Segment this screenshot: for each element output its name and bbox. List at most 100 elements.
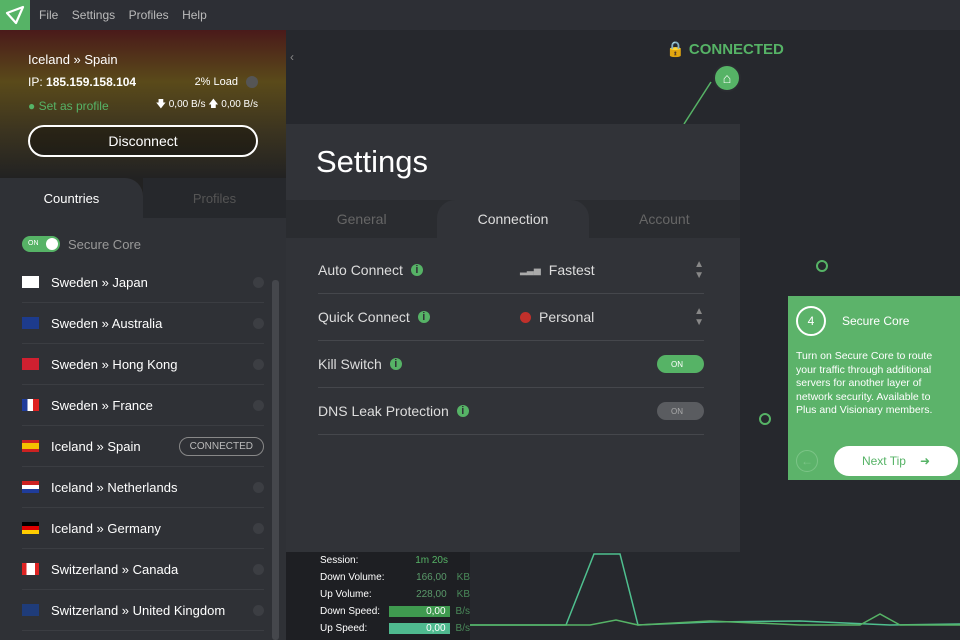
next-tip-button[interactable]: Next Tip ➜	[834, 446, 958, 476]
flag-gb-icon	[22, 604, 39, 616]
upload-series	[470, 613, 960, 626]
previous-tip-button[interactable]: ←	[796, 450, 818, 472]
server-item[interactable]: Iceland » Netherlands	[22, 467, 264, 508]
dns-leak-row: DNS Leak Protection i ON	[318, 388, 704, 435]
server-name: Switzerland » United Kingdom	[51, 602, 226, 618]
load-indicator-icon	[246, 76, 258, 88]
tip-number: 4	[796, 306, 826, 336]
stat-row: Up Speed: 0,00 B/s	[320, 623, 470, 634]
tab-connection[interactable]: Connection	[437, 200, 589, 238]
tab-profiles[interactable]: Profiles	[143, 178, 286, 218]
flag-ca-icon	[22, 563, 39, 575]
download-speed: 0,00 B/s	[168, 99, 206, 110]
profile-color-icon	[520, 311, 531, 323]
signal-icon: ▂▃▅	[520, 264, 541, 275]
map-node[interactable]	[759, 413, 771, 425]
upload-arrow-icon: 🡅	[208, 99, 219, 110]
info-icon[interactable]: i	[389, 358, 402, 370]
map-node[interactable]	[816, 260, 828, 272]
quick-connect-row: Quick Connect i Personal ▲ ▼	[318, 294, 704, 341]
flag-fr-icon	[22, 399, 39, 411]
server-item[interactable]: Sweden » Japan	[22, 262, 264, 303]
connected-route: Iceland » Spain	[28, 52, 118, 67]
ip-label: IP:	[28, 75, 43, 89]
server-item[interactable]: Iceland » Germany	[22, 508, 264, 549]
server-item[interactable]: Switzerland » Canada	[22, 549, 264, 590]
ip-address: 185.159.158.104	[46, 75, 137, 89]
stat-row: Up Volume: 228,00 KB	[320, 589, 470, 600]
flag-au-icon	[22, 317, 39, 329]
tip-title: Secure Core	[842, 314, 910, 328]
protonvpn-logo-icon[interactable]	[0, 0, 30, 30]
flag-nl-icon	[22, 481, 39, 493]
sidebar: Iceland » Spain IP: 185.159.158.104 2% L…	[0, 30, 286, 640]
server-load-icon	[253, 399, 264, 411]
upload-speed: 0,00 B/s	[221, 99, 258, 110]
stat-row: Down Volume: 166,00 KB	[320, 572, 470, 583]
menu-bar: File Settings Profiles Help	[0, 0, 960, 30]
tab-general[interactable]: General	[286, 200, 437, 238]
server-load-icon	[253, 358, 264, 370]
tip-panel: 4 Secure Core Turn on Secure Core to rout…	[788, 296, 960, 480]
flag-de-icon	[22, 522, 39, 534]
flag-hk-icon	[22, 358, 39, 370]
scrollbar[interactable]	[272, 280, 279, 640]
kill-switch-row: Kill Switch i ON	[318, 341, 704, 388]
collapse-chevron-icon[interactable]: ‹	[290, 50, 294, 64]
set-as-profile-link[interactable]: ● Set as profile	[28, 99, 109, 113]
disconnect-button[interactable]: Disconnect	[28, 125, 258, 157]
auto-connect-select[interactable]: ▂▃▅ Fastest	[520, 262, 595, 278]
info-icon[interactable]: i	[417, 311, 430, 323]
download-series	[470, 553, 960, 626]
connected-badge[interactable]: CONNECTED	[178, 436, 264, 456]
menu-settings[interactable]: Settings	[72, 8, 115, 22]
kill-switch-toggle[interactable]: ON	[657, 355, 704, 373]
download-arrow-icon: 🡇	[155, 99, 166, 110]
flag-jp-icon	[22, 276, 39, 288]
tab-account[interactable]: Account	[589, 200, 740, 238]
quick-connect-select[interactable]: Personal	[520, 309, 594, 325]
info-icon[interactable]: i	[410, 264, 423, 276]
menu-profiles[interactable]: Profiles	[129, 8, 169, 22]
chevron-updown-icon: ▲ ▼	[694, 259, 704, 281]
server-item[interactable]: Switzerland » United Kingdom	[22, 590, 264, 631]
auto-connect-row: Auto Connect i ▂▃▅ Fastest ▲ ▼	[318, 247, 704, 294]
server-name: Sweden » Japan	[51, 274, 148, 290]
server-name: Sweden » Hong Kong	[51, 356, 178, 372]
connected-status: 🔒 CONNECTED	[666, 41, 784, 58]
server-item[interactable]: Sweden » Australia	[22, 303, 264, 344]
chevron-updown-icon: ▲ ▼	[694, 306, 704, 328]
stat-row: Session: 1m 20s	[320, 555, 448, 566]
server-name: Sweden » France	[51, 397, 153, 413]
arrow-right-icon: ➜	[919, 454, 931, 468]
flag-es-icon	[22, 440, 39, 452]
server-load-icon	[253, 604, 264, 616]
server-list: Sweden » Japan Sweden » Australia Sweden »…	[0, 262, 286, 631]
menu-help[interactable]: Help	[182, 8, 207, 22]
settings-modal: Settings General Connection Account Auto…	[286, 124, 740, 552]
server-item[interactable]: Iceland » Spain CONNECTED	[22, 426, 264, 467]
server-load-icon	[253, 276, 264, 288]
menu-file[interactable]: File	[39, 8, 58, 22]
server-load-icon	[253, 481, 264, 493]
secure-core-label: Secure Core	[68, 236, 141, 252]
dns-leak-toggle[interactable]: ON	[657, 402, 704, 420]
server-item[interactable]: Sweden » Hong Kong	[22, 344, 264, 385]
server-load-icon	[253, 317, 264, 329]
server-name: Sweden » Australia	[51, 315, 163, 331]
tab-countries[interactable]: Countries	[0, 178, 143, 218]
server-name: Iceland » Netherlands	[51, 479, 178, 495]
server-load-icon	[253, 522, 264, 534]
home-node-icon[interactable]: ⌂	[713, 64, 741, 92]
server-name: Iceland » Spain	[51, 438, 141, 454]
secure-core-toggle[interactable]: ON	[22, 236, 60, 252]
server-name: Switzerland » Canada	[51, 561, 179, 577]
server-load: 2% Load	[194, 76, 238, 88]
traffic-chart	[470, 553, 960, 626]
server-item[interactable]: Sweden » France	[22, 385, 264, 426]
server-load-icon	[253, 563, 264, 575]
stat-row: Down Speed: 0,00 B/s	[320, 606, 470, 617]
info-icon[interactable]: i	[456, 405, 469, 417]
connection-header: Iceland » Spain IP: 185.159.158.104 2% L…	[0, 30, 286, 178]
session-stats: Session: 1m 20s Down Volume: 166,00 KB Up Vol…	[286, 552, 470, 640]
